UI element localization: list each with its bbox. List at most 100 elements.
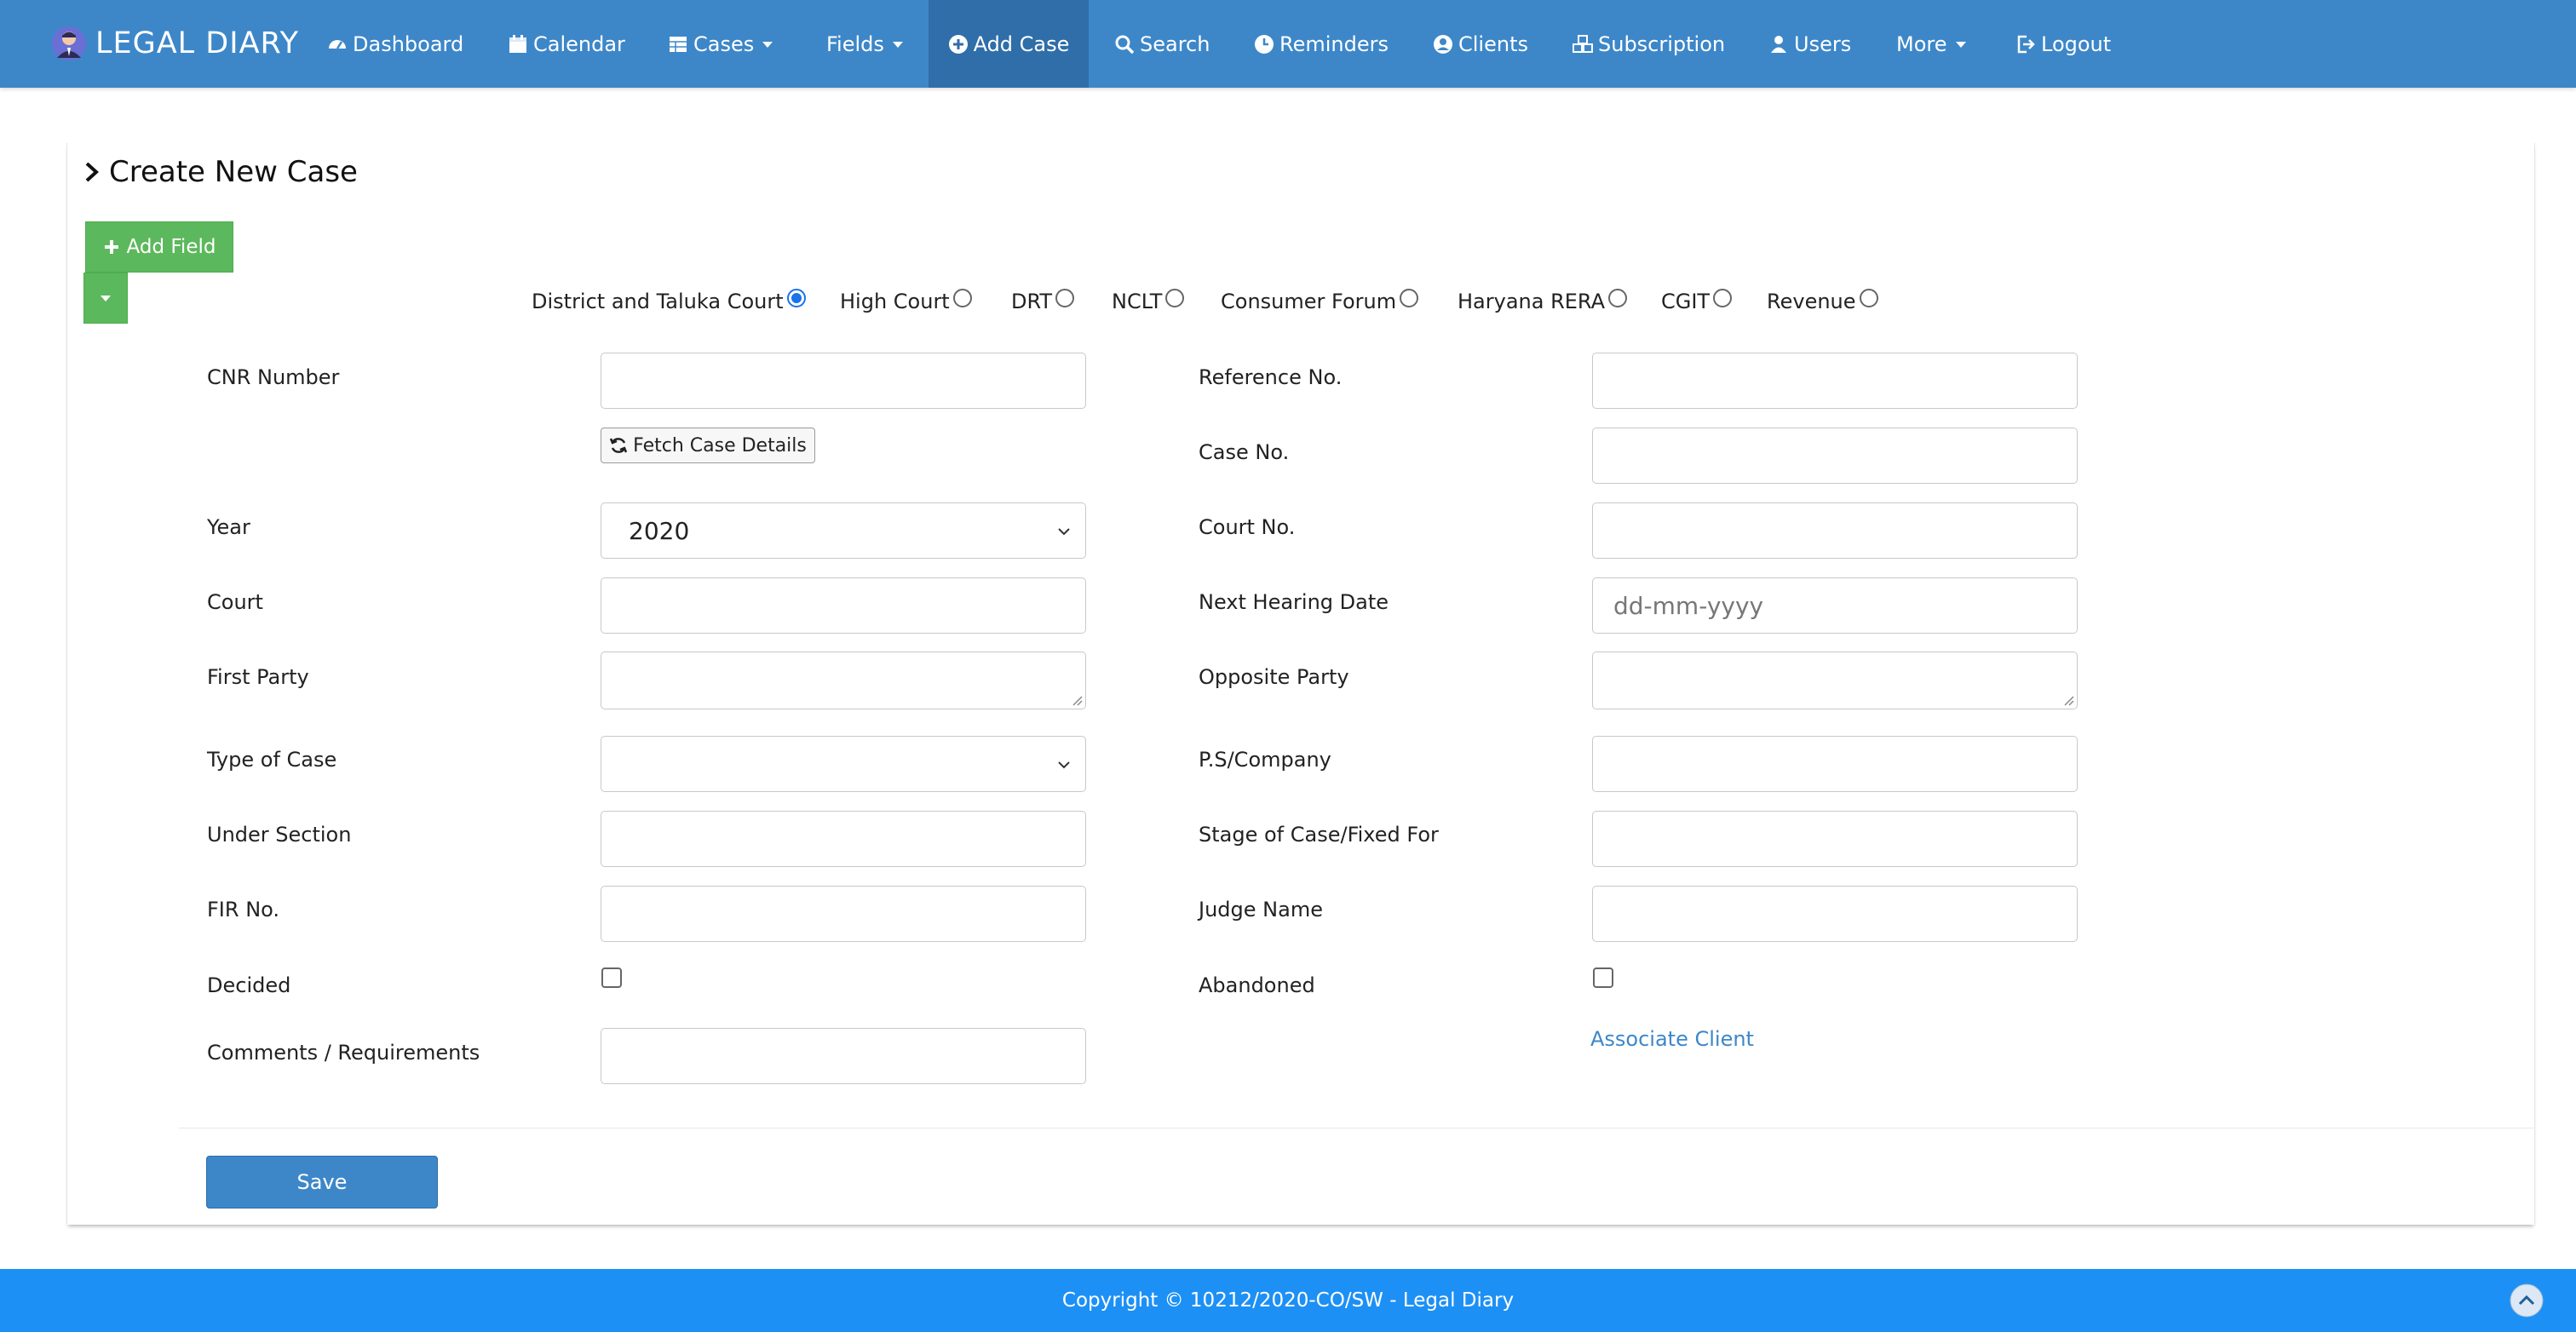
first-party-textarea[interactable]: [601, 652, 1086, 709]
court-type-nclt[interactable]: NCLT: [1112, 286, 1185, 317]
nav-more-label: More: [1896, 32, 1947, 56]
nav-users[interactable]: Users: [1768, 0, 1851, 88]
court-type-label: CGIT: [1661, 290, 1711, 313]
court-type-high-court[interactable]: High Court: [840, 286, 972, 317]
radio-revenue[interactable]: [1859, 289, 1878, 307]
page-title: Create New Case: [83, 153, 358, 191]
chevron-down-icon: [1055, 522, 1073, 541]
nav-subscription-label: Subscription: [1598, 32, 1726, 56]
nav-fields-label: Fields: [826, 32, 884, 56]
page-title-text: Create New Case: [109, 155, 358, 189]
plus-circle-icon: [948, 34, 969, 55]
opposite-party-textarea[interactable]: [1592, 652, 2078, 709]
radio-haryana-rera[interactable]: [1608, 289, 1628, 307]
decided-label: Decided: [207, 973, 291, 997]
tachometer-icon: [327, 34, 348, 55]
associate-client-link[interactable]: Associate Client: [1590, 1027, 1754, 1051]
refresh-icon: [609, 436, 628, 455]
caret-down-icon: [891, 37, 905, 51]
reference-no-label: Reference No.: [1199, 365, 1343, 389]
nav-reminders[interactable]: Reminders: [1254, 0, 1389, 88]
case-no-label: Case No.: [1199, 440, 1290, 464]
nav-clients-label: Clients: [1458, 32, 1528, 56]
abandoned-checkbox[interactable]: [1593, 967, 1613, 988]
nav-search[interactable]: Search: [1114, 0, 1210, 88]
footer-copyright: Copyright © 10212/2020-CO/SW - Legal Dia…: [1061, 1289, 1515, 1312]
radio-district[interactable]: [786, 289, 806, 307]
court-type-district[interactable]: District and Taluka Court: [532, 286, 806, 317]
nav-add-case[interactable]: Add Case: [929, 0, 1089, 88]
court-type-revenue[interactable]: Revenue: [1767, 286, 1878, 317]
nav-cases-label: Cases: [693, 32, 755, 56]
nav-logout[interactable]: Logout: [2015, 0, 2111, 88]
radio-drt[interactable]: [1055, 289, 1075, 307]
chevron-up-circle-icon[interactable]: [2510, 1283, 2544, 1318]
next-hearing-date-input[interactable]: dd-mm-yyyy: [1592, 577, 2078, 634]
comments-input[interactable]: [601, 1028, 1086, 1084]
add-field-button[interactable]: Add Field: [85, 221, 233, 273]
chevron-down-icon: [1055, 755, 1073, 774]
user-icon: [1768, 34, 1789, 55]
court-type-label: Haryana RERA: [1458, 290, 1606, 313]
save-button[interactable]: Save: [206, 1156, 438, 1209]
year-label: Year: [207, 515, 250, 539]
brand-name: LEGAL DIARY: [95, 26, 299, 60]
court-input[interactable]: [601, 577, 1086, 634]
reference-no-input[interactable]: [1592, 353, 2078, 409]
stage-of-case-label: Stage of Case/Fixed For: [1199, 823, 1439, 847]
fir-no-input[interactable]: [601, 886, 1086, 942]
abandoned-label: Abandoned: [1199, 973, 1315, 997]
field-dropdown-toggle[interactable]: [83, 273, 128, 324]
radio-cgit[interactable]: [1713, 289, 1733, 307]
type-of-case-label: Type of Case: [207, 748, 337, 772]
case-no-input[interactable]: [1592, 428, 2078, 484]
first-party-label: First Party: [207, 665, 309, 689]
nav-dashboard[interactable]: Dashboard: [327, 0, 463, 88]
next-hearing-date-label: Next Hearing Date: [1199, 590, 1389, 614]
opposite-party-label: Opposite Party: [1199, 665, 1349, 689]
nav-subscription[interactable]: Subscription: [1573, 0, 1725, 88]
search-icon: [1114, 34, 1135, 55]
court-type-haryana-rera[interactable]: Haryana RERA: [1458, 286, 1628, 317]
court-type-consumer-forum[interactable]: Consumer Forum: [1221, 286, 1419, 317]
cnr-number-input[interactable]: [601, 353, 1086, 409]
sign-out-icon: [2015, 34, 2036, 55]
brand[interactable]: LEGAL DIARY: [51, 23, 299, 64]
radio-high-court[interactable]: [952, 289, 972, 307]
resize-handle-icon[interactable]: [2062, 694, 2074, 706]
nav-cases[interactable]: Cases: [668, 0, 774, 88]
radio-consumer-forum[interactable]: [1400, 289, 1419, 307]
cnr-number-label: CNR Number: [207, 365, 340, 389]
radio-nclt[interactable]: [1165, 289, 1185, 307]
nav-fields[interactable]: Fields: [826, 0, 905, 88]
ps-company-input[interactable]: [1592, 736, 2078, 792]
nav-clients[interactable]: Clients: [1433, 0, 1528, 88]
nav-calendar[interactable]: Calendar: [508, 0, 625, 88]
court-type-label: High Court: [840, 290, 950, 313]
year-select[interactable]: 2020: [601, 502, 1086, 559]
court-type-label: District and Taluka Court: [532, 290, 784, 313]
under-section-label: Under Section: [207, 823, 352, 847]
decided-checkbox[interactable]: [601, 967, 622, 988]
nav-more[interactable]: More: [1896, 0, 1968, 88]
top-navbar: LEGAL DIARY Dashboard Calendar Cases Fie…: [0, 0, 2576, 88]
nav-dashboard-label: Dashboard: [353, 32, 464, 56]
caret-down-icon: [99, 291, 112, 305]
lawyer-avatar-icon: [51, 26, 87, 61]
court-no-input[interactable]: [1592, 502, 2078, 559]
comments-label: Comments / Requirements: [207, 1041, 480, 1065]
plus-icon: [103, 238, 120, 255]
stage-of-case-input[interactable]: [1592, 811, 2078, 867]
fetch-case-details-label: Fetch Case Details: [633, 434, 807, 456]
type-of-case-select[interactable]: [601, 736, 1086, 792]
court-type-label: Revenue: [1767, 290, 1856, 313]
resize-handle-icon[interactable]: [1071, 694, 1083, 706]
judge-name-input[interactable]: [1592, 886, 2078, 942]
court-type-cgit[interactable]: CGIT: [1661, 286, 1733, 317]
ps-company-label: P.S/Company: [1199, 748, 1331, 772]
nav-reminders-label: Reminders: [1279, 32, 1389, 56]
under-section-input[interactable]: [601, 811, 1086, 867]
court-type-drt[interactable]: DRT: [1011, 286, 1075, 317]
fetch-case-details-button[interactable]: Fetch Case Details: [601, 428, 815, 463]
calendar-icon: [508, 34, 528, 55]
